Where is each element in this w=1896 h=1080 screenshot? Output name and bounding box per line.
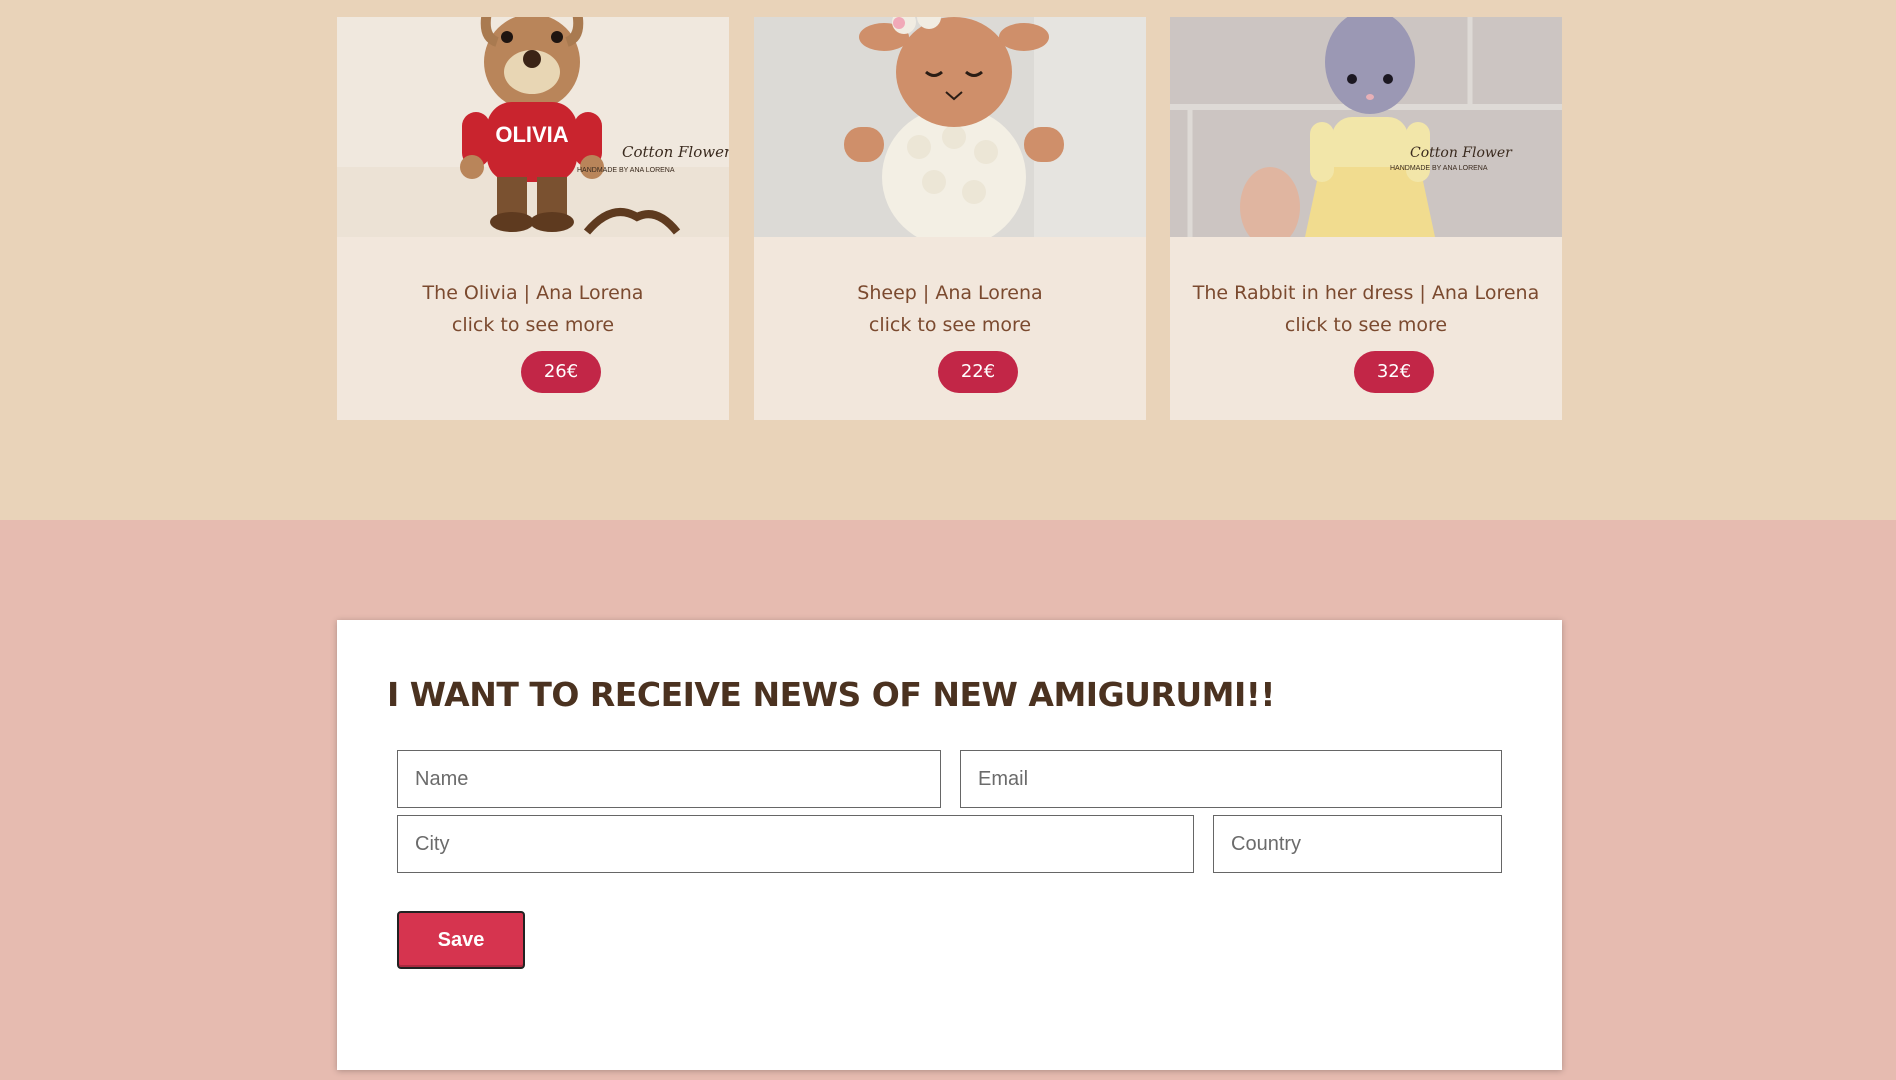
product-image-sheep[interactable] (754, 17, 1146, 237)
watermark-text: Cotton Flower (622, 143, 729, 161)
product-title[interactable]: The Olivia | Ana Lorena (337, 282, 729, 304)
product-more-link[interactable]: click to see more (754, 314, 1146, 336)
product-more-link[interactable]: click to see more (337, 314, 729, 336)
product-title[interactable]: The Rabbit in her dress | Ana Lorena (1170, 282, 1562, 304)
watermark-sub: HANDMADE BY ANA LORENA (577, 167, 675, 174)
watermark-text: Cotton Flower (1410, 145, 1513, 161)
newsletter-form: I WANT TO RECEIVE NEWS OF NEW AMIGURUMI!… (337, 620, 1562, 1070)
save-button[interactable]: Save (397, 911, 525, 969)
price-button[interactable]: 22€ (938, 351, 1018, 393)
name-field[interactable] (397, 750, 941, 808)
product-card-rabbit[interactable]: Cotton Flower HANDMADE BY ANA LORENA The… (1170, 17, 1562, 420)
product-image-olivia[interactable]: OLIVIA Cotton Flower HANDMADE BY ANA LOR… (337, 17, 729, 237)
price-button[interactable]: 26€ (521, 351, 601, 393)
country-field[interactable] (1213, 815, 1502, 873)
product-card-olivia[interactable]: OLIVIA Cotton Flower HANDMADE BY ANA LOR… (337, 17, 729, 420)
email-field[interactable] (960, 750, 1502, 808)
price-button[interactable]: 32€ (1354, 351, 1434, 393)
svg-text:OLIVIA: OLIVIA (495, 122, 568, 147)
city-field[interactable] (397, 815, 1194, 873)
product-more-link[interactable]: click to see more (1170, 314, 1562, 336)
product-card-sheep[interactable]: Sheep | Ana Lorena click to see more 22€ (754, 17, 1146, 420)
watermark-sub: HANDMADE BY ANA LORENA (1390, 165, 1488, 172)
product-title[interactable]: Sheep | Ana Lorena (754, 282, 1146, 304)
newsletter-title: I WANT TO RECEIVE NEWS OF NEW AMIGURUMI!… (387, 675, 1275, 714)
products-section: OLIVIA Cotton Flower HANDMADE BY ANA LOR… (0, 0, 1896, 520)
product-image-rabbit[interactable]: Cotton Flower HANDMADE BY ANA LORENA (1170, 17, 1562, 237)
